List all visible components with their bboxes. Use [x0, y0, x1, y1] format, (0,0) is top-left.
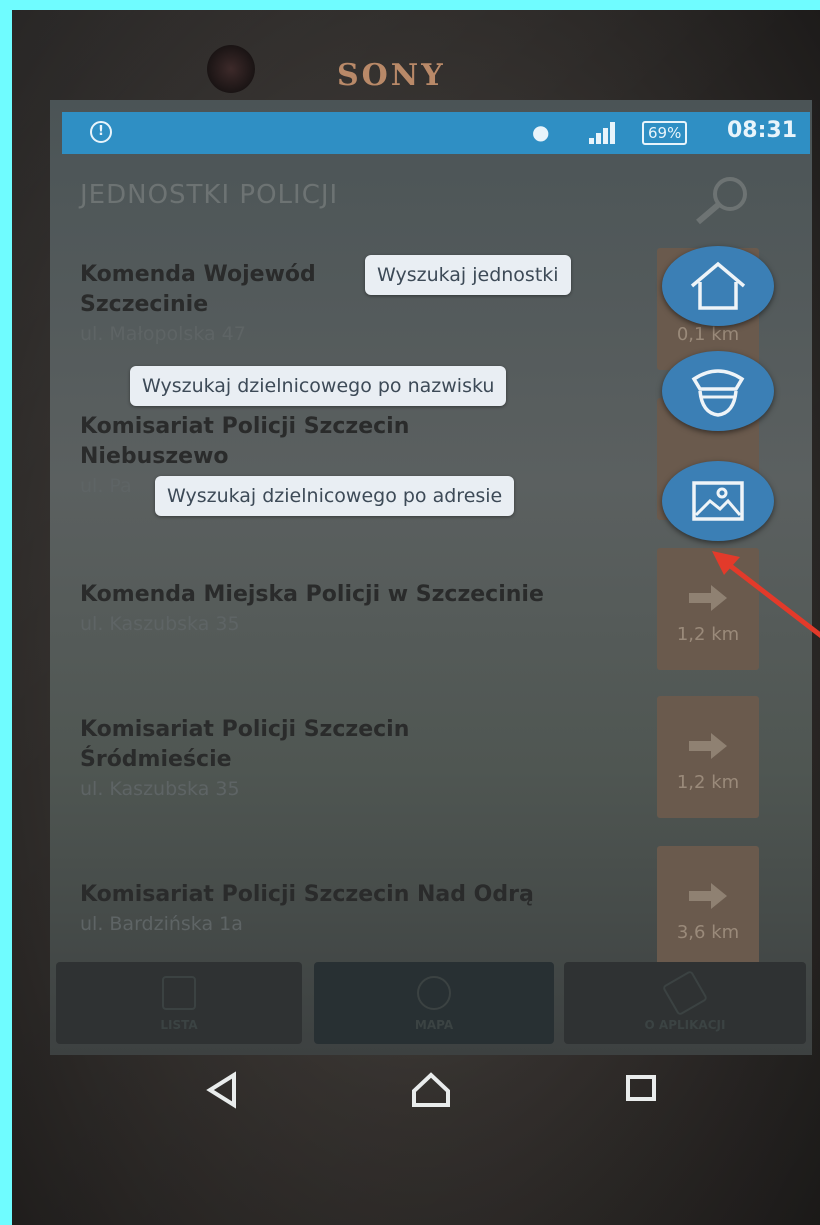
item-address: ul. Bardzińska 1a	[80, 913, 243, 935]
navigate-button[interactable]: 3,6 km	[657, 846, 759, 968]
fab-search-units[interactable]	[662, 246, 774, 326]
police-cap-icon	[691, 369, 745, 417]
megaphone-icon	[661, 969, 709, 1017]
location-icon: ●	[532, 120, 550, 144]
image-icon	[692, 481, 744, 521]
arrow-right-icon	[689, 883, 727, 909]
list-item[interactable]: Komenda Miejska Policji w Szczecinie ul.…	[80, 580, 650, 638]
item-title: Komisariat Policji Szczecin	[80, 414, 410, 439]
search-icon[interactable]	[690, 170, 760, 230]
list-item[interactable]: Komisariat Policji Szczecin Śródmieście …	[80, 715, 650, 803]
item-address: ul. Kaszubska 35	[80, 778, 240, 800]
distance-label: 3,6 km	[676, 922, 740, 943]
shield-icon: !	[90, 121, 112, 143]
item-title: Komisariat Policji Szczecin	[80, 717, 410, 742]
tab-label: MAPA	[414, 1018, 454, 1032]
device-brand: SONY	[337, 58, 446, 93]
tooltip-search-units[interactable]: Wyszukaj jednostki	[365, 255, 571, 295]
fab-search-by-name[interactable]	[662, 351, 774, 431]
distance-label: 1,2 km	[676, 772, 740, 793]
phone-screen: ! ● 69% 08:31 JEDNOSTKI POLICJI Komenda …	[50, 100, 812, 1055]
distance-label: 0,1 km	[676, 324, 740, 345]
item-title: Komisariat Policji Szczecin Nad Odrą	[80, 882, 534, 907]
battery-indicator: 69%	[642, 121, 688, 145]
tab-mapa[interactable]: MAPA	[314, 962, 554, 1044]
recents-icon[interactable]	[616, 1065, 666, 1115]
tooltip-search-by-address[interactable]: Wyszukaj dzielnicowego po adresie	[155, 476, 515, 516]
signal-icon	[587, 122, 617, 144]
arrow-right-icon	[689, 733, 727, 759]
map-pin-icon	[417, 976, 451, 1010]
item-title-line2: Niebuszewo	[80, 444, 229, 469]
list-icon	[162, 976, 196, 1010]
status-bar: ! ● 69% 08:31	[62, 112, 810, 154]
list-item[interactable]: Komisariat Policji Szczecin Nad Odrą ul.…	[80, 880, 650, 938]
tab-o-aplikacji[interactable]: O APLIKACJI	[564, 962, 806, 1044]
item-title-line2: Śródmieście	[80, 747, 232, 772]
clock: 08:31	[727, 118, 798, 143]
system-navigation-bar	[50, 1065, 812, 1125]
item-title: Komenda Miejska Policji w Szczecinie	[80, 582, 544, 607]
home-icon[interactable]	[406, 1065, 456, 1115]
annotation-arrow	[712, 551, 820, 639]
tab-label: O APLIKACJI	[644, 1018, 726, 1032]
item-address: ul. Kaszubska 35	[80, 613, 240, 635]
tooltip-search-by-name[interactable]: Wyszukaj dzielnicowego po nazwisku	[130, 366, 507, 406]
home-icon	[690, 261, 746, 310]
phone-photo: SONY ! ● 69% 08:31 JEDNOSTKI POLICJI Kom…	[12, 10, 820, 1225]
bottom-navigation: LISTA MAPA O APLIKACJI	[52, 962, 810, 1044]
front-camera	[207, 45, 255, 93]
tab-lista[interactable]: LISTA	[56, 962, 302, 1044]
back-icon[interactable]	[198, 1065, 248, 1115]
item-address: ul. Małopolska 47	[80, 323, 246, 345]
fab-search-by-address[interactable]	[662, 461, 774, 541]
navigate-button[interactable]: 1,2 km	[657, 696, 759, 818]
tab-label: LISTA	[160, 1018, 198, 1032]
page-title: JEDNOSTKI POLICJI	[80, 180, 339, 210]
